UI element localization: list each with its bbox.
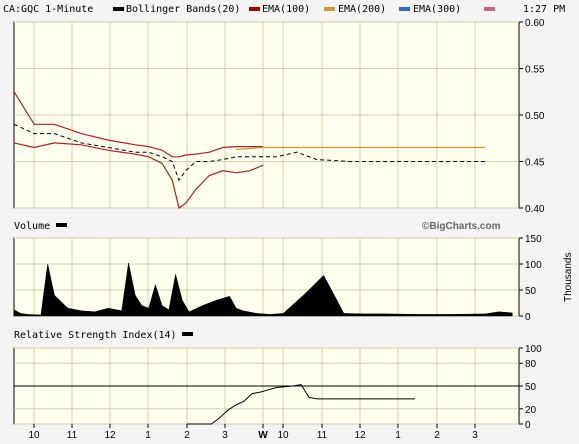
x-tick-label: 11 <box>317 430 328 441</box>
price-y-tick-label: 0.50 <box>525 111 545 122</box>
x-tick-label: 2 <box>434 430 440 441</box>
legend-swatch <box>249 7 260 11</box>
volume-y-tick-label: 100 <box>525 260 542 271</box>
legend-swatch <box>113 7 124 11</box>
symbol-label: CA:GQC 1-Minute <box>3 4 93 15</box>
x-tick-label: 2 <box>184 430 190 441</box>
x-tick-label: 3 <box>472 430 478 441</box>
volume-y-tick-label: 50 <box>525 286 537 297</box>
legend-swatch <box>324 7 335 11</box>
x-tick-label: 10 <box>277 430 289 441</box>
price-y-tick-label: 0.60 <box>525 18 545 29</box>
rsi-legend-swatch <box>182 332 193 336</box>
rsi-title: Relative Strength Index(14) <box>14 330 177 341</box>
x-tick-label: 3 <box>222 430 228 441</box>
x-tick-label: 1 <box>145 430 151 441</box>
volume-plot-area <box>13 237 520 317</box>
legend-label: EMA(300) <box>413 4 461 15</box>
watermark: ©BigCharts.com <box>422 221 501 232</box>
volume-unit-label: Thousands <box>563 253 574 302</box>
x-tick-label: 1 <box>395 430 401 441</box>
rsi-header: Relative Strength Index(14) <box>14 330 193 341</box>
x-tick-label: W <box>258 430 268 441</box>
price-y-tick-label: 0.55 <box>525 65 545 76</box>
rsi-y-tick-label: 0 <box>525 420 531 431</box>
volume-y-tick-label: 150 <box>525 234 542 245</box>
price-y-tick-label: 0.40 <box>525 204 545 215</box>
time-label: 1:27 PM <box>523 4 565 15</box>
volume-y-tick-label: 0 <box>525 312 531 323</box>
x-tick-label: 12 <box>354 430 366 441</box>
volume-legend-swatch <box>56 223 67 227</box>
chart-canvas: CA:GQC 1-Minute Bollinger Bands(20) EMA(1… <box>0 0 579 444</box>
chart-window: CA:GQC 1-Minute Bollinger Bands(20) EMA(1… <box>0 0 579 444</box>
rsi-y-tick-label: 50 <box>525 382 537 393</box>
legend-swatch <box>399 7 410 11</box>
legend: Bollinger Bands(20) EMA(100) EMA(200) EMA(3… <box>113 4 495 15</box>
legend-label: EMA(100) <box>262 4 310 15</box>
price-y-tick-label: 0.45 <box>525 158 545 169</box>
x-tick-label: 10 <box>28 430 40 441</box>
volume-title: Volume <box>14 221 50 232</box>
x-tick-label: 11 <box>67 430 78 441</box>
legend-label: EMA(200) <box>338 4 386 15</box>
rsi-y-tick-label: 20 <box>525 405 537 416</box>
legend-swatch <box>484 7 495 11</box>
rsi-y-tick-label: 100 <box>525 344 542 355</box>
legend-label: Bollinger Bands(20) <box>126 4 240 15</box>
rsi-y-tick-label: 80 <box>525 359 537 370</box>
x-tick-label: 12 <box>104 430 116 441</box>
